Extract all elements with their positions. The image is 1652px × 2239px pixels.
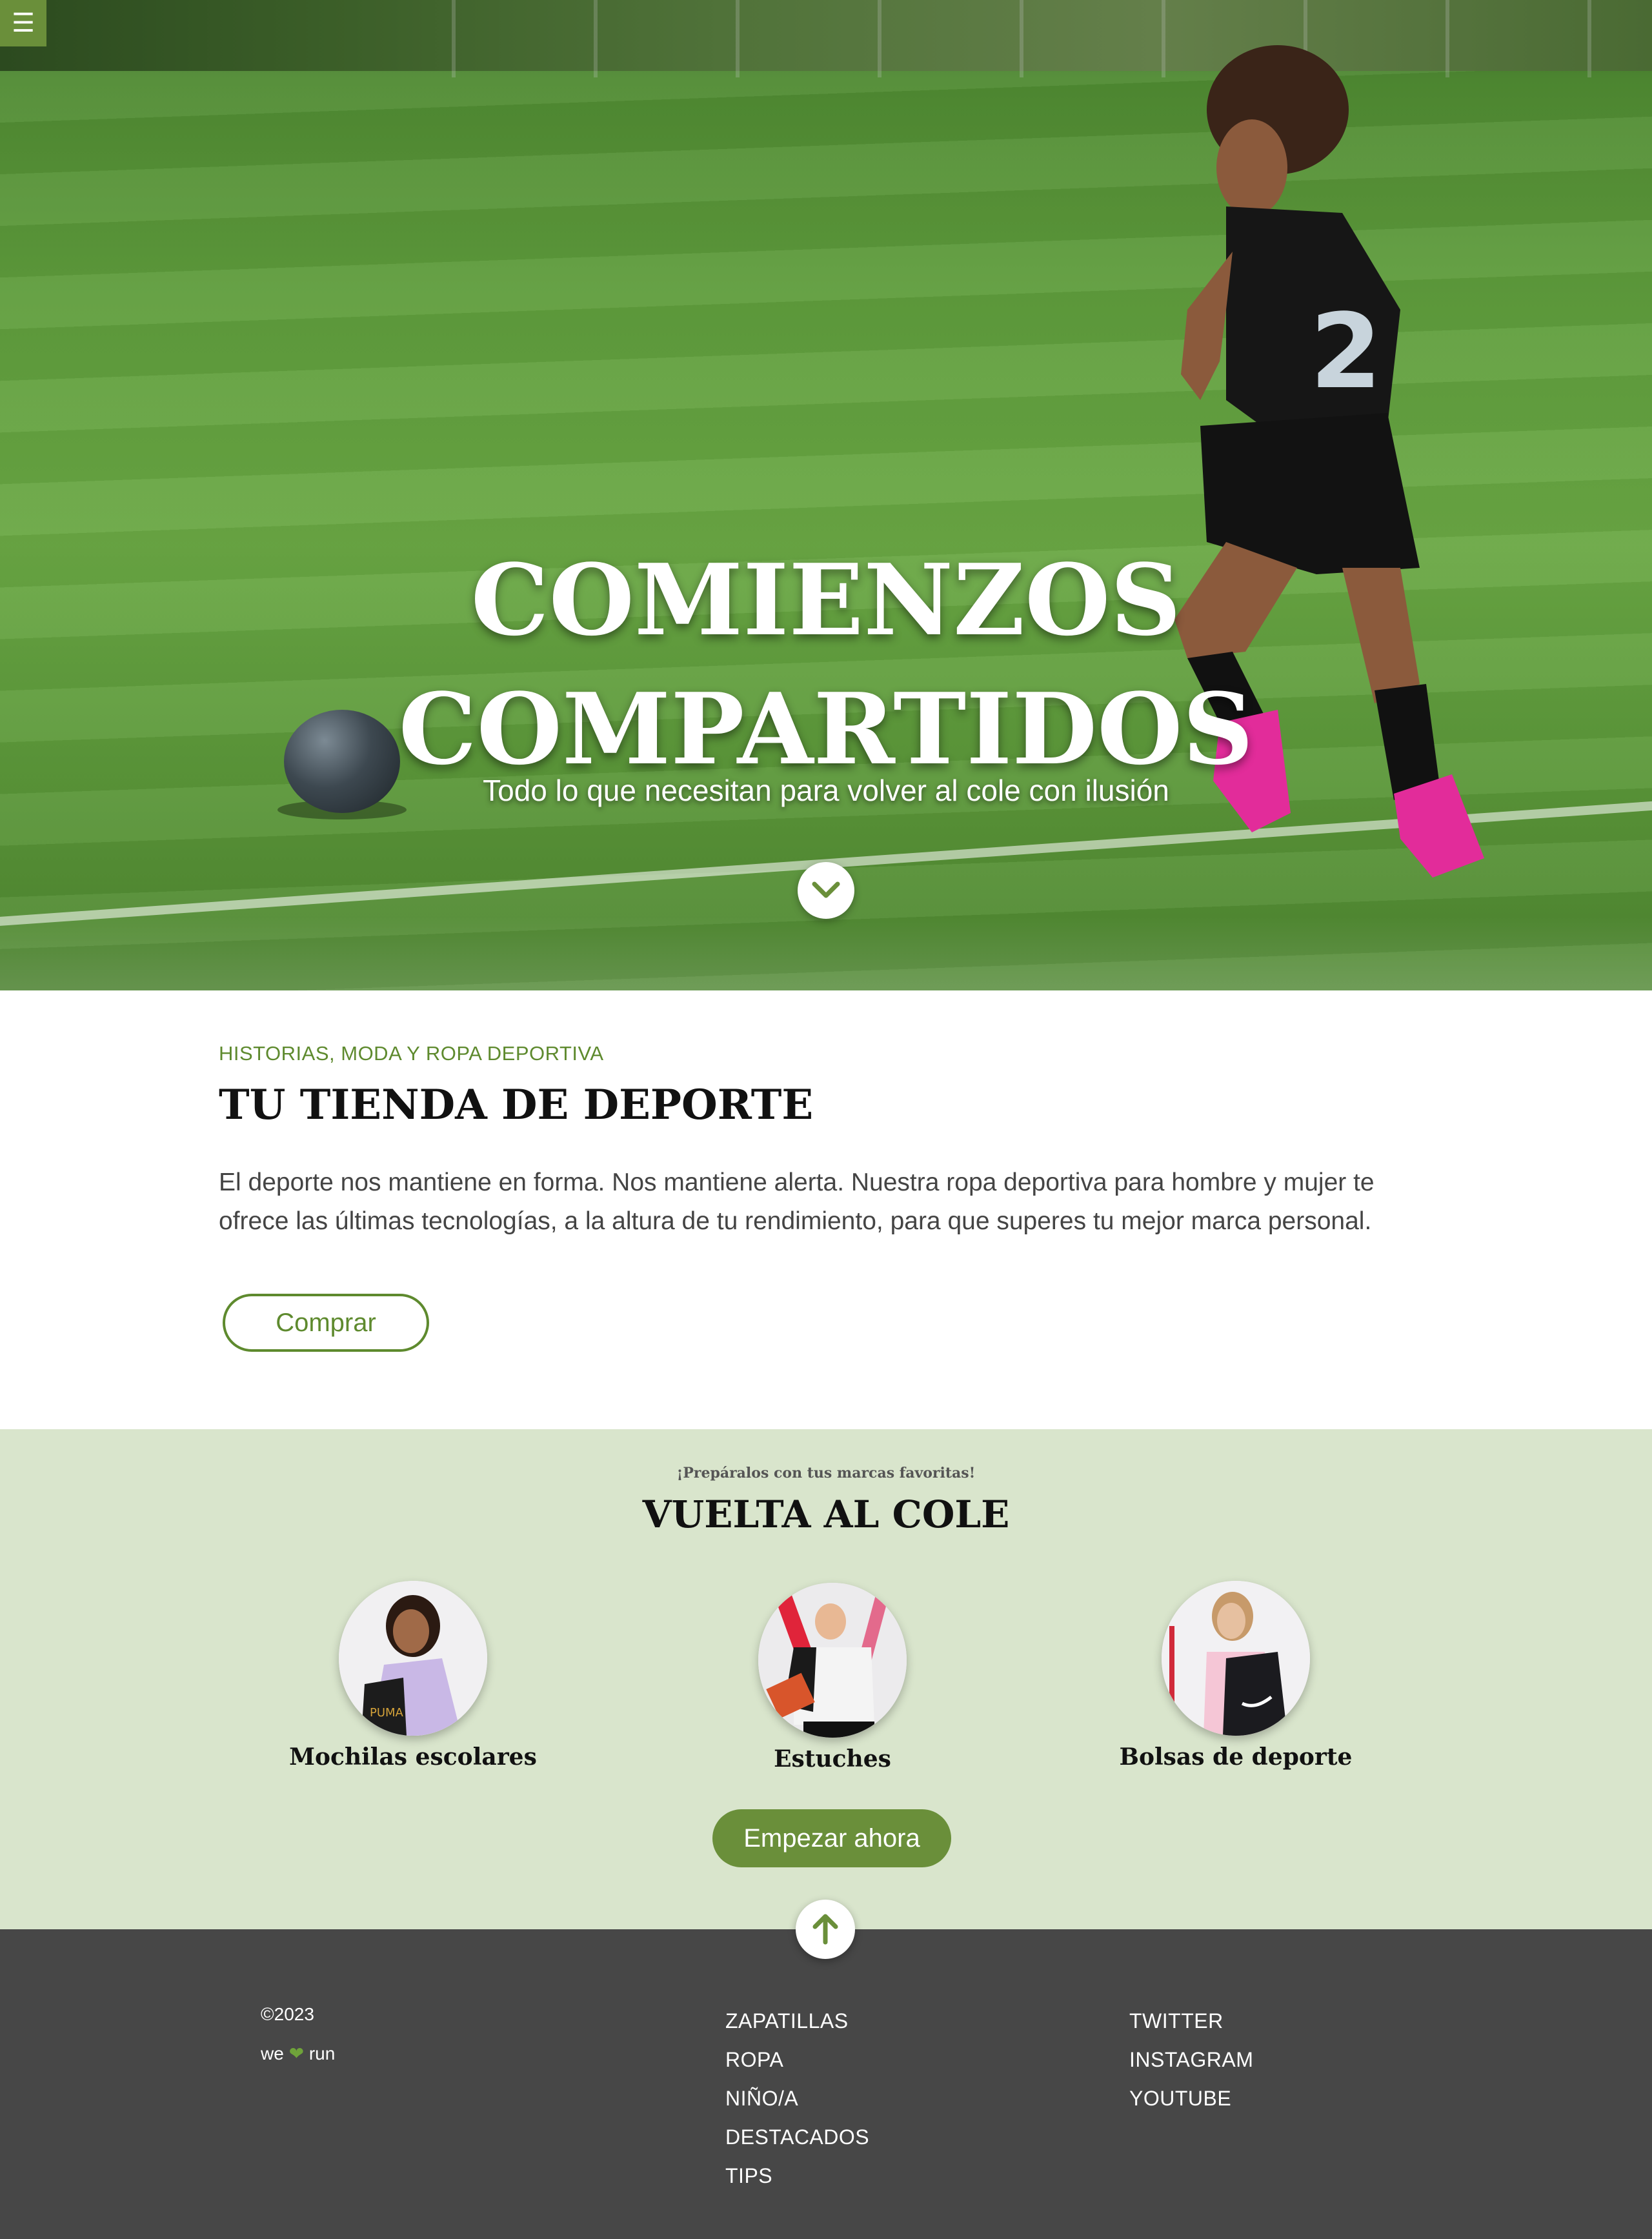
- footer-link-destacados[interactable]: DESTACADOS: [725, 2118, 869, 2156]
- footer-link-tips[interactable]: TIPS: [725, 2156, 869, 2195]
- field-foreground: [0, 916, 1652, 990]
- footer-link-instagram[interactable]: INSTAGRAM: [1129, 2040, 1253, 2079]
- footer-shop-links: ZAPATILLAS ROPA NIÑO/A DESTACADOS TIPS: [725, 2002, 869, 2195]
- footer-link-nino[interactable]: NIÑO/A: [725, 2079, 869, 2118]
- svg-text:PUMA: PUMA: [370, 1706, 404, 1720]
- back-to-school-section: ¡Prepáralos con tus marcas favoritas! VU…: [0, 1429, 1652, 1959]
- svg-text:2: 2: [1310, 291, 1382, 412]
- chevron-down-icon: [812, 881, 840, 898]
- tagline-we: we: [261, 2043, 284, 2063]
- category-pencil-cases[interactable]: Estuches: [671, 1583, 994, 1772]
- hero-title-line2: COMPARTIDOS: [398, 671, 1254, 787]
- hero-subtitle: Todo lo que necesitan para volver al col…: [483, 774, 1169, 807]
- intro-eyebrow: HISTORIAS, MODA Y ROPA DEPORTIVA: [219, 1042, 604, 1065]
- hero-title-line1: COMIENZOS: [470, 542, 1182, 658]
- intro-section: HISTORIAS, MODA Y ROPA DEPORTIVA TU TIEN…: [0, 990, 1652, 1429]
- scroll-to-top-button[interactable]: [796, 1900, 855, 1959]
- hero-banner: 2 ☰ COMIENZOS COMPARTIDOS Todo lo que ne…: [0, 0, 1652, 990]
- scroll-down-button[interactable]: [798, 862, 854, 919]
- footer-link-twitter[interactable]: TWITTER: [1129, 2002, 1253, 2040]
- menu-button[interactable]: ☰: [0, 0, 46, 46]
- footer-link-zapatillas[interactable]: ZAPATILLAS: [725, 2002, 869, 2040]
- start-now-button[interactable]: Empezar ahora: [712, 1809, 951, 1867]
- tagline: we ❤ run: [261, 2043, 335, 2064]
- school-kicker: ¡Prepáralos con tus marcas favoritas!: [676, 1465, 976, 1481]
- arrow-up-icon: [812, 1914, 838, 1945]
- footer-link-ropa[interactable]: ROPA: [725, 2040, 869, 2079]
- footer-link-youtube[interactable]: YOUTUBE: [1129, 2079, 1253, 2118]
- tagline-run: run: [308, 2043, 336, 2063]
- school-title: VUELTA AL COLE: [642, 1492, 1010, 1536]
- category-label: Mochilas escolares: [289, 1743, 537, 1771]
- heart-icon: ❤: [288, 2043, 305, 2063]
- category-label: Bolsas de deporte: [1119, 1743, 1353, 1771]
- footer-social-links: TWITTER INSTAGRAM YOUTUBE: [1129, 2002, 1253, 2118]
- category-sport-bags[interactable]: Bolsas de deporte: [1074, 1581, 1397, 1771]
- category-backpacks[interactable]: PUMA Mochilas escolares: [252, 1581, 574, 1771]
- buy-button[interactable]: Comprar: [223, 1294, 429, 1352]
- hero-title: COMIENZOS COMPARTIDOS: [0, 536, 1652, 794]
- footer: ©2023 we ❤ run ZAPATILLAS ROPA NIÑO/A DE…: [0, 1929, 1652, 2239]
- category-image-pencil-cases: [758, 1583, 907, 1738]
- category-label: Estuches: [774, 1745, 891, 1772]
- category-image-backpacks: PUMA: [339, 1581, 487, 1736]
- intro-text: El deporte nos mantiene en forma. Nos ma…: [219, 1169, 1375, 1235]
- intro-title: TU TIENDA DE DEPORTE: [219, 1081, 814, 1129]
- category-image-sport-bags: [1162, 1581, 1310, 1736]
- copyright: ©2023: [261, 2004, 314, 2024]
